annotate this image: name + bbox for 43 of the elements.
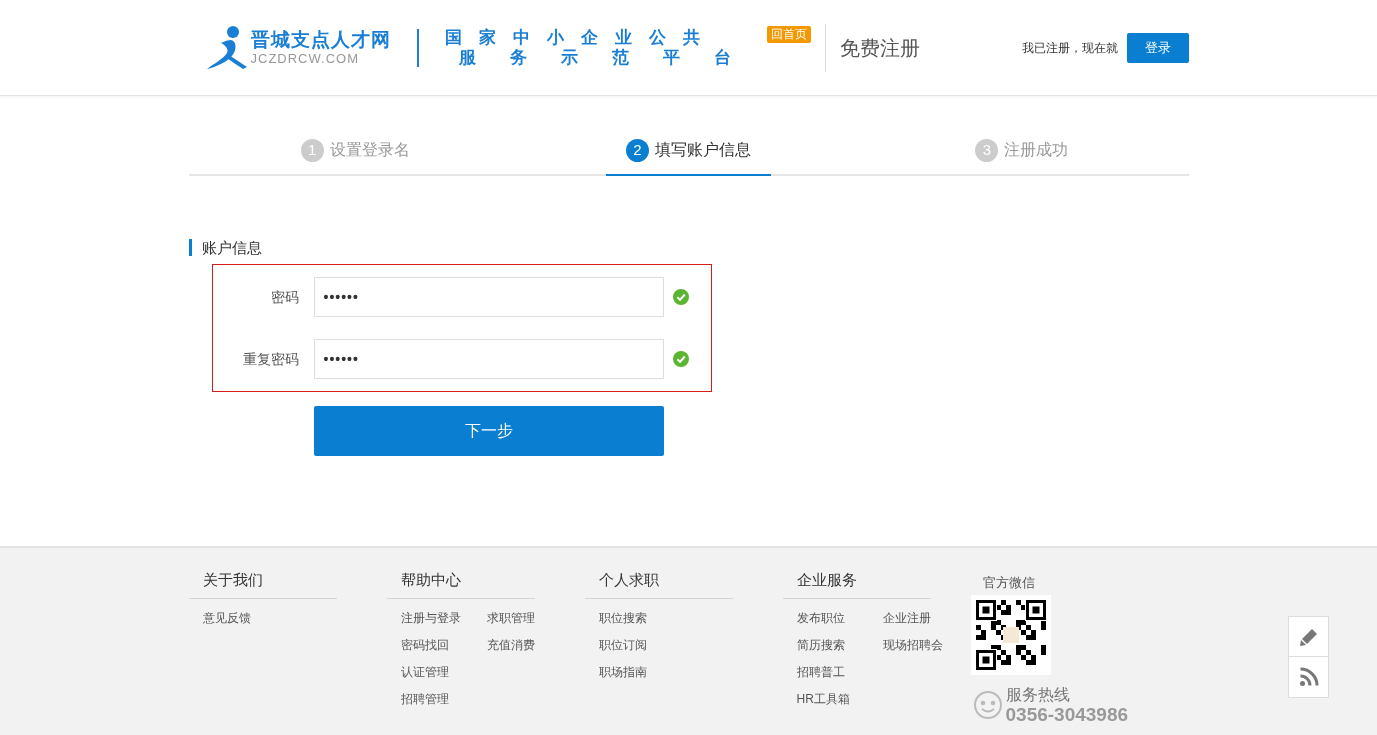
field-label: 重复密码 bbox=[241, 349, 299, 369]
page-title: 免费注册 bbox=[839, 35, 920, 61]
footer-heading: 关于我们 bbox=[188, 570, 337, 599]
feedback-button[interactable] bbox=[1288, 616, 1329, 657]
footer-link[interactable]: 密码找回 bbox=[400, 637, 487, 654]
login-prompt: 我已注册，现在就 bbox=[1021, 39, 1118, 57]
footer-link[interactable]: 职场指南 bbox=[598, 664, 685, 681]
rss-icon bbox=[1298, 667, 1319, 687]
password-field[interactable]: •••••• bbox=[313, 277, 664, 317]
step-number: 2 bbox=[626, 138, 649, 162]
footer-link[interactable]: HR工具箱 bbox=[796, 691, 883, 708]
footer-link[interactable]: 简历搜索 bbox=[796, 637, 883, 654]
hotline-number: 0356-3043986 bbox=[1005, 705, 1129, 725]
logo-icon bbox=[206, 24, 249, 71]
footer-link[interactable]: 招聘管理 bbox=[400, 691, 487, 708]
footer-link[interactable]: 求职管理 bbox=[486, 610, 573, 627]
footer-link[interactable]: 充值消费 bbox=[486, 637, 573, 654]
login-button[interactable]: 登录 bbox=[1126, 32, 1189, 63]
logo-text: 晋城支点人才网 bbox=[250, 28, 391, 51]
password-field[interactable]: •••••• bbox=[313, 339, 664, 379]
footer-heading: 帮助中心 bbox=[386, 570, 535, 599]
footer-link[interactable]: 职位搜索 bbox=[598, 610, 685, 627]
footer-link[interactable]: 认证管理 bbox=[400, 664, 487, 681]
footer-link[interactable]: 注册与登录 bbox=[400, 610, 487, 627]
wechat-title: 官方微信 bbox=[982, 575, 1036, 591]
step-tab[interactable]: 2 填写账户信息 bbox=[606, 126, 771, 176]
rss-button[interactable] bbox=[1288, 657, 1329, 698]
hotline-label: 服务热线 bbox=[1005, 685, 1071, 705]
section-title: 账户信息 bbox=[188, 239, 1189, 256]
footer-link[interactable]: 招聘普工 bbox=[796, 664, 883, 681]
pencil-icon bbox=[1299, 627, 1318, 646]
footer-link[interactable]: 现场招聘会 bbox=[882, 637, 969, 654]
footer-heading: 个人求职 bbox=[584, 570, 733, 599]
footer-heading: 企业服务 bbox=[782, 570, 931, 599]
slogan-text: 国家中小企业公共 bbox=[444, 27, 718, 48]
footer-link[interactable]: 发布职位 bbox=[796, 610, 883, 627]
footer-link[interactable]: 意见反馈 bbox=[202, 610, 289, 627]
footer-link[interactable]: 职位订阅 bbox=[598, 637, 685, 654]
slogan-text: 服务示范平台 bbox=[457, 47, 765, 68]
field-label: 密码 bbox=[269, 287, 299, 307]
logo-domain: JCZDRCW.COM bbox=[250, 50, 360, 67]
footer-link[interactable]: 企业注册 bbox=[882, 610, 969, 627]
next-button[interactable]: 下一步 bbox=[313, 406, 664, 456]
